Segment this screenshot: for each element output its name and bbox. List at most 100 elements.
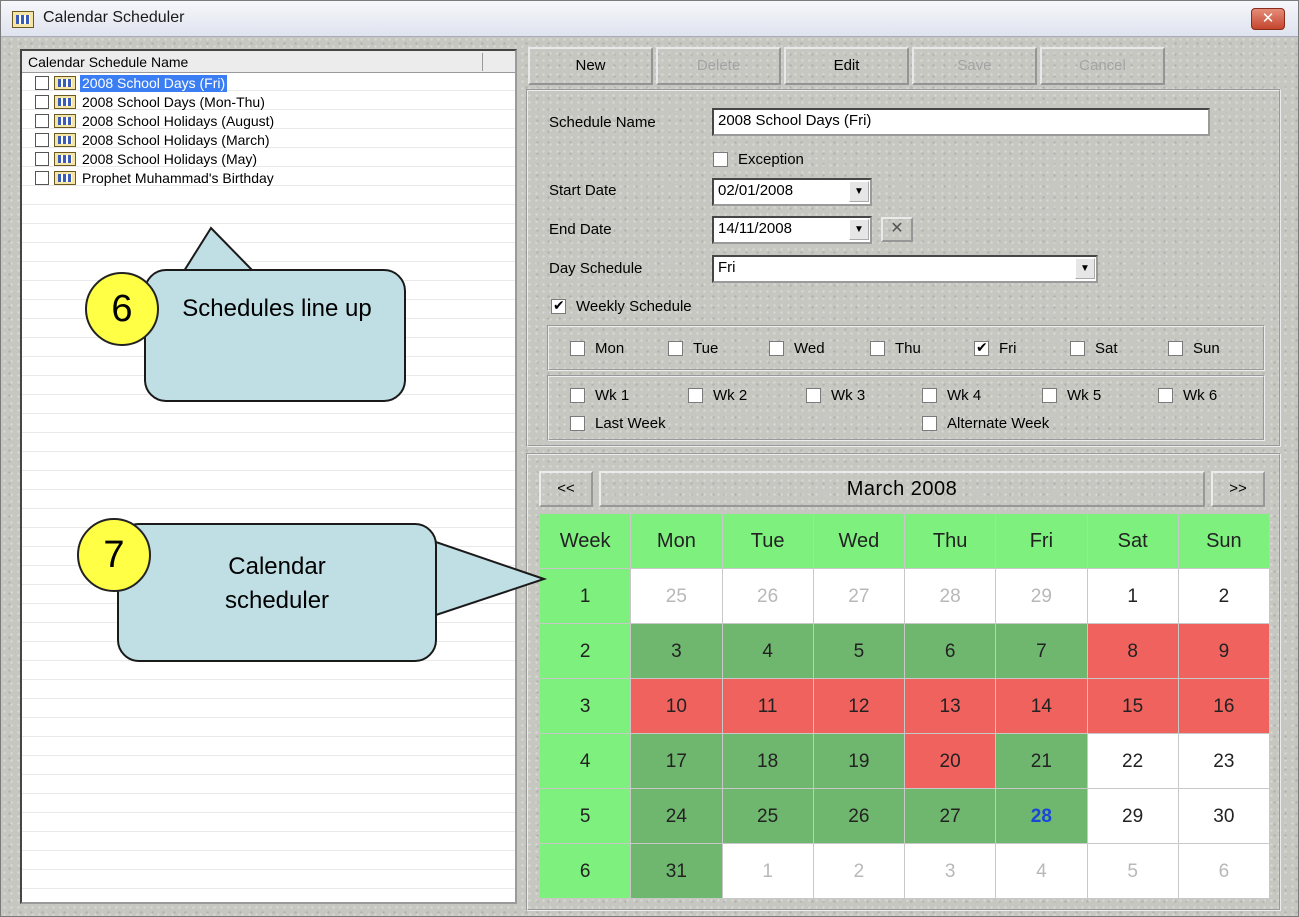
calendar-day-cell[interactable]: 6 [1178,844,1270,899]
day-checkbox-tue[interactable]: Tue [668,340,718,357]
edit-button[interactable]: Edit [784,47,909,85]
calendar-day-cell[interactable]: 14 [996,679,1088,734]
alternate-week-checkbox[interactable]: Alternate Week [922,415,1049,432]
calendar-day-cell[interactable]: 16 [1178,679,1270,734]
day-checkbox-box[interactable] [974,339,989,356]
week-checkbox-box[interactable] [1158,388,1173,403]
next-month-button[interactable]: >> [1211,471,1265,507]
list-item-checkbox[interactable] [35,95,49,109]
calendar-day-cell[interactable]: 7 [996,624,1088,679]
weekly-schedule-checkbox-box[interactable] [551,297,566,314]
day-checkbox-thu[interactable]: Thu [870,340,921,357]
last-week-checkbox-box[interactable] [570,416,585,431]
calendar-day-cell[interactable]: 1 [722,844,814,899]
calendar-day-cell[interactable]: 27 [813,569,905,624]
chevron-down-icon[interactable]: ▼ [1075,258,1095,279]
week-checkbox-2[interactable]: Wk 2 [688,387,747,404]
calendar-day-cell[interactable]: 2 [813,844,905,899]
day-checkbox-mon[interactable]: Mon [570,340,624,357]
prev-month-button[interactable]: << [539,471,593,507]
day-checkbox-box[interactable] [668,341,683,356]
list-item[interactable]: 2008 School Days (Mon-Thu) [35,93,495,111]
week-checkbox-1[interactable]: Wk 1 [570,387,629,404]
schedule-name-input[interactable]: 2008 School Days (Fri) [712,108,1210,136]
list-item-checkbox[interactable] [35,152,49,166]
week-checkbox-3[interactable]: Wk 3 [806,387,865,404]
week-checkbox-box[interactable] [688,388,703,403]
calendar-day-cell[interactable]: 3 [905,844,997,899]
calendar-day-cell[interactable]: 12 [813,679,905,734]
calendar-day-cell[interactable]: 28 [905,569,997,624]
last-week-checkbox[interactable]: Last Week [570,415,666,432]
weekly-schedule-checkbox[interactable]: Weekly Schedule [551,297,692,315]
list-item[interactable]: 2008 School Holidays (May) [35,150,495,168]
calendar-day-cell[interactable]: 2 [1178,569,1270,624]
day-checkbox-sun[interactable]: Sun [1168,340,1220,357]
week-checkbox-box[interactable] [1042,388,1057,403]
calendar-day-cell[interactable]: 29 [1087,789,1179,844]
end-date-picker[interactable]: 14/11/2008 ▼ [712,216,872,244]
calendar-day-cell[interactable]: 13 [905,679,997,734]
week-checkbox-6[interactable]: Wk 6 [1158,387,1217,404]
calendar-day-cell[interactable]: 4 [722,624,814,679]
calendar-day-cell[interactable]: 26 [722,569,814,624]
column-header-schedule-name[interactable]: Calendar Schedule Name [25,53,483,71]
calendar-day-cell[interactable]: 8 [1087,624,1179,679]
list-item-checkbox[interactable] [35,76,49,90]
calendar-day-cell[interactable]: 4 [996,844,1088,899]
calendar-day-cell[interactable]: 18 [722,734,814,789]
calendar-day-cell[interactable]: 23 [1178,734,1270,789]
day-checkbox-fri[interactable]: Fri [974,339,1017,357]
list-item[interactable]: 2008 School Holidays (August) [35,112,495,130]
calendar-day-cell[interactable]: 20 [905,734,997,789]
calendar-day-cell[interactable]: 15 [1087,679,1179,734]
day-checkbox-sat[interactable]: Sat [1070,340,1118,357]
delete-button[interactable]: Delete [656,47,781,85]
calendar-day-cell[interactable]: 29 [996,569,1088,624]
calendar-day-cell[interactable]: 1 [1087,569,1179,624]
calendar-day-cell[interactable]: 31 [631,844,723,899]
calendar-day-cell[interactable]: 25 [722,789,814,844]
calendar-day-cell[interactable]: 10 [631,679,723,734]
calendar-day-cell[interactable]: 24 [631,789,723,844]
calendar-day-cell[interactable]: 9 [1178,624,1270,679]
new-button[interactable]: New [528,47,653,85]
calendar-day-cell[interactable]: 26 [813,789,905,844]
save-button[interactable]: Save [912,47,1037,85]
day-checkbox-box[interactable] [769,341,784,356]
chevron-down-icon[interactable]: ▼ [849,219,869,240]
list-item-checkbox[interactable] [35,133,49,147]
list-item-checkbox[interactable] [35,114,49,128]
week-checkbox-box[interactable] [570,388,585,403]
list-item[interactable]: Prophet Muhammad's Birthday [35,169,495,187]
calendar-day-cell[interactable]: 30 [1178,789,1270,844]
exception-checkbox[interactable]: Exception [713,151,804,168]
calendar-day-cell[interactable]: 25 [631,569,723,624]
day-schedule-select[interactable]: Fri ▼ [712,255,1098,283]
list-item[interactable]: 2008 School Holidays (March) [35,131,495,149]
day-checkbox-box[interactable] [570,341,585,356]
calendar-day-cell[interactable]: 28 [996,789,1088,844]
week-checkbox-5[interactable]: Wk 5 [1042,387,1101,404]
calendar-day-cell[interactable]: 19 [813,734,905,789]
week-checkbox-4[interactable]: Wk 4 [922,387,981,404]
calendar-day-cell[interactable]: 21 [996,734,1088,789]
exception-checkbox-box[interactable] [713,152,728,167]
day-checkbox-box[interactable] [1070,341,1085,356]
alternate-week-checkbox-box[interactable] [922,416,937,431]
calendar-day-cell[interactable]: 6 [905,624,997,679]
calendar-day-cell[interactable]: 3 [631,624,723,679]
list-item[interactable]: 2008 School Days (Fri) [35,74,495,92]
calendar-day-cell[interactable]: 27 [905,789,997,844]
calendar-day-cell[interactable]: 22 [1087,734,1179,789]
calendar-day-cell[interactable]: 17 [631,734,723,789]
cancel-button[interactable]: Cancel [1040,47,1165,85]
week-checkbox-box[interactable] [806,388,821,403]
calendar-day-cell[interactable]: 5 [813,624,905,679]
day-checkbox-box[interactable] [870,341,885,356]
start-date-picker[interactable]: 02/01/2008 ▼ [712,178,872,206]
chevron-down-icon[interactable]: ▼ [849,181,869,202]
close-button[interactable]: ✕ [1251,8,1285,30]
calendar-day-cell[interactable]: 5 [1087,844,1179,899]
calendar-day-cell[interactable]: 11 [722,679,814,734]
